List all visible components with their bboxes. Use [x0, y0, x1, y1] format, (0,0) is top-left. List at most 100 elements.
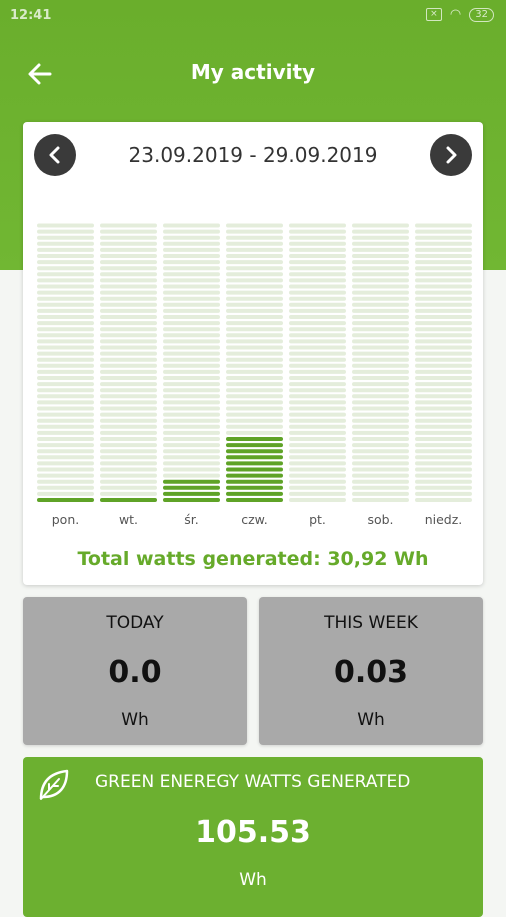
bar-segment — [289, 449, 346, 454]
bar-segment — [100, 235, 157, 240]
bar-segment — [352, 339, 409, 344]
bar-1 — [100, 223, 157, 502]
bar-segment — [163, 357, 220, 362]
bar-segment — [226, 235, 283, 240]
bar-segment — [352, 266, 409, 271]
bar-segment — [100, 333, 157, 338]
bar-segment — [226, 461, 283, 466]
bar-segment — [37, 266, 94, 271]
bar-segment — [352, 369, 409, 374]
bar-segment — [352, 455, 409, 460]
bar-segment — [226, 400, 283, 405]
bar-segment — [352, 491, 409, 496]
bar-segment — [37, 461, 94, 466]
bar-segment — [163, 498, 220, 502]
bar-segment — [289, 302, 346, 307]
bar-segment — [163, 296, 220, 301]
bar-segment — [100, 449, 157, 454]
bar-segment — [352, 351, 409, 356]
bar-segment — [163, 461, 220, 466]
bar-segment — [352, 278, 409, 283]
bar-segment — [352, 479, 409, 484]
bar-segment — [163, 369, 220, 374]
bar-segment — [100, 467, 157, 472]
bar-segment — [163, 467, 220, 472]
bar-segment — [415, 302, 472, 307]
day-label: pt. — [309, 512, 326, 527]
bar-segment — [37, 406, 94, 411]
bar-segment — [37, 498, 94, 502]
bar-segment — [163, 473, 220, 478]
bar-segment — [100, 491, 157, 496]
bar-segment — [163, 400, 220, 405]
bar-segment — [352, 235, 409, 240]
bar-segment — [163, 260, 220, 265]
bar-segment — [163, 443, 220, 448]
bar-segment — [352, 229, 409, 234]
bar-segment — [100, 498, 157, 502]
bar-segment — [37, 491, 94, 496]
bar-segment — [289, 235, 346, 240]
bar-segment — [226, 278, 283, 283]
bar-segment — [100, 229, 157, 234]
bar-segment — [100, 406, 157, 411]
bar-segment — [415, 308, 472, 313]
bar-segment — [352, 449, 409, 454]
bar-segment — [100, 345, 157, 350]
bar-segment — [352, 315, 409, 319]
bar-segment — [352, 430, 409, 435]
bar-segment — [100, 357, 157, 362]
bar-segment — [37, 449, 94, 454]
bar-segment — [415, 461, 472, 466]
bar-segment — [289, 443, 346, 448]
bar-segment — [289, 260, 346, 265]
bar-segment — [163, 272, 220, 277]
bar-segment — [226, 247, 283, 252]
bar-segment — [100, 278, 157, 283]
bar-segment — [100, 266, 157, 271]
today-label: TODAY — [106, 613, 164, 633]
bar-segment — [415, 443, 472, 448]
battery-icon: 32 — [469, 7, 494, 22]
bar-segment — [163, 333, 220, 338]
bar-segment — [100, 418, 157, 423]
bar-segment — [415, 223, 472, 228]
bar-segment — [163, 382, 220, 387]
bar-segment — [289, 412, 346, 417]
bar-segment — [100, 272, 157, 277]
bar-segment — [37, 278, 94, 283]
green-energy-unit: Wh — [239, 870, 267, 890]
today-stat-card: TODAY 0.0 Wh — [23, 597, 247, 745]
today-value: 0.0 — [108, 655, 162, 690]
activity-bar-chart — [37, 223, 472, 502]
bar-segment — [163, 479, 220, 484]
bar-segment — [100, 327, 157, 332]
bar-segment — [352, 424, 409, 429]
bar-segment — [289, 284, 346, 289]
bar-segment — [226, 394, 283, 399]
bar-segment — [163, 485, 220, 490]
bar-segment — [226, 363, 283, 368]
bar-segment — [352, 284, 409, 289]
bar-segment — [163, 339, 220, 344]
bar-segment — [352, 290, 409, 295]
bar-segment — [415, 479, 472, 484]
bar-segment — [226, 339, 283, 344]
bar-segment — [163, 455, 220, 460]
bar-segment — [415, 382, 472, 387]
bar-segment — [37, 400, 94, 405]
bar-segment — [352, 345, 409, 350]
bar-segment — [100, 455, 157, 460]
bar-segment — [415, 266, 472, 271]
bar-segment — [415, 412, 472, 417]
bar-segment — [352, 473, 409, 478]
bar-segment — [100, 376, 157, 380]
bar-segment — [37, 455, 94, 460]
green-energy-card: GREEN ENEREGY WATTS GENERATED 105.53 Wh — [23, 757, 483, 917]
bar-segment — [226, 412, 283, 417]
bar-segment — [415, 229, 472, 234]
bar-segment — [352, 302, 409, 307]
bar-segment — [289, 498, 346, 502]
bar-segment — [226, 254, 283, 258]
bar-segment — [100, 430, 157, 435]
